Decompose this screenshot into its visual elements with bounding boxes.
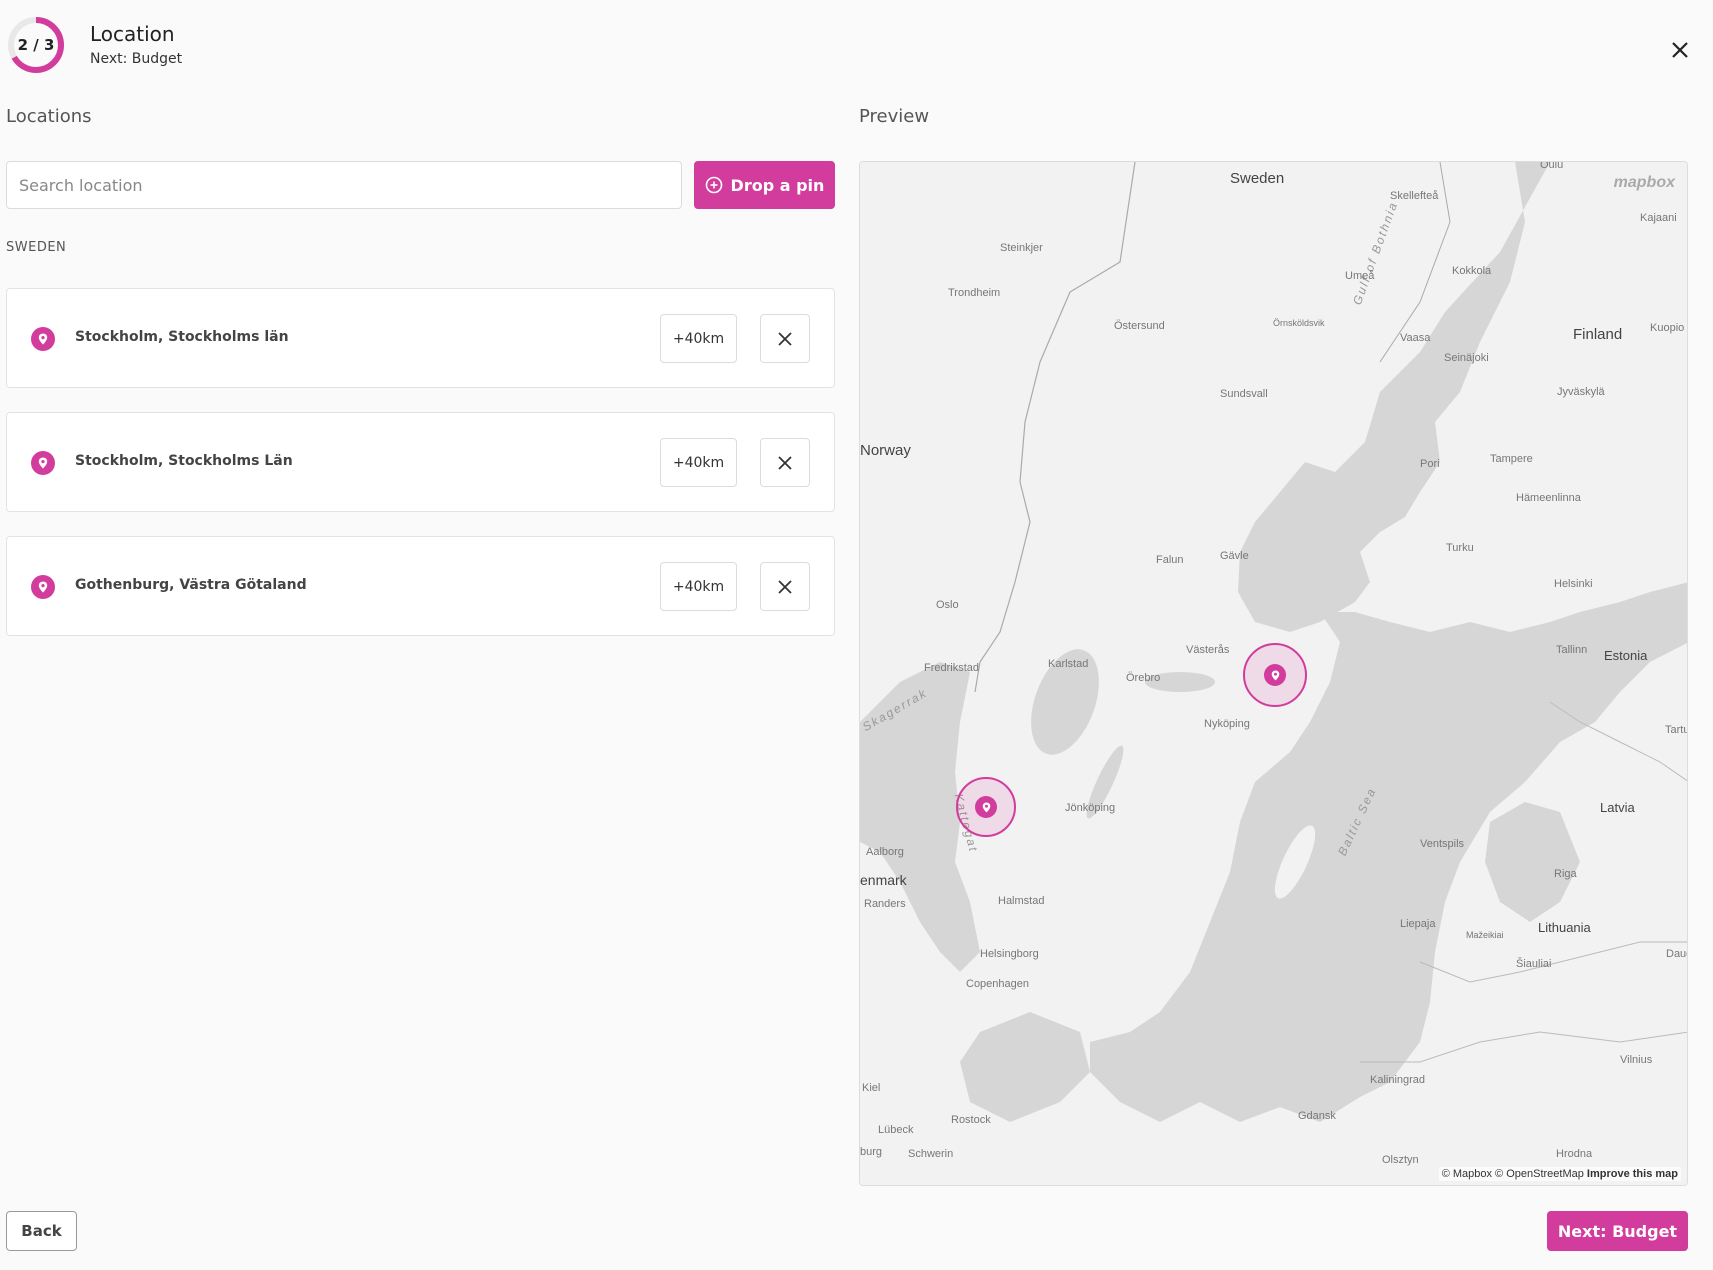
map-label-turku: Turku bbox=[1446, 542, 1474, 554]
map-label-burg: burg bbox=[860, 1146, 883, 1158]
map-attribution-text[interactable]: © Mapbox © OpenStreetMap bbox=[1442, 1168, 1584, 1180]
map-label-siauliai: Šiauliai bbox=[1516, 958, 1552, 970]
drop-pin-label: Drop a pin bbox=[730, 175, 825, 195]
map-label-oulu: Oulu bbox=[1540, 161, 1564, 171]
map-label-jyvaskyla: Jyväskylä bbox=[1557, 386, 1605, 398]
next-budget-button[interactable]: Next: Budget bbox=[1547, 1211, 1688, 1251]
map-label-hrodna: Hrodna bbox=[1556, 1148, 1593, 1160]
map-label-gdansk: Gdansk bbox=[1298, 1110, 1336, 1122]
map-label-kaliningrad: Kaliningrad bbox=[1370, 1074, 1426, 1086]
map-marker-pin-icon[interactable] bbox=[1264, 664, 1286, 686]
remove-location-button[interactable] bbox=[760, 438, 810, 487]
location-pin-icon bbox=[31, 451, 55, 475]
map-label-kuopio: Kuopio bbox=[1650, 322, 1685, 334]
map-label-vilnius: Vilnius bbox=[1620, 1054, 1653, 1066]
map-label-falun: Falun bbox=[1156, 554, 1184, 566]
location-card: Gothenburg, Västra Götaland +40km bbox=[6, 536, 835, 636]
map-label-kajaani: Kajaani bbox=[1640, 212, 1677, 224]
map-label-umea: Umeå bbox=[1345, 270, 1375, 282]
improve-map-link[interactable]: Improve this map bbox=[1587, 1168, 1678, 1180]
map-label-helsinki: Helsinki bbox=[1554, 578, 1593, 590]
map-label-ornskoldsvik: Örnsköldsvik bbox=[1273, 318, 1325, 328]
map-label-aalborg: Aalborg bbox=[866, 846, 904, 858]
map-label-vasteras: Västerås bbox=[1186, 644, 1230, 656]
map-label-tartu: Tartu bbox=[1665, 724, 1688, 736]
map-label-tallinn: Tallinn bbox=[1556, 644, 1588, 656]
map-label-nykoping: Nyköping bbox=[1204, 718, 1250, 730]
map-label-sweden: Sweden bbox=[1230, 170, 1285, 187]
map-label-estonia: Estonia bbox=[1604, 648, 1648, 663]
map-label-orebro: Örebro bbox=[1126, 672, 1161, 684]
country-heading: SWEDEN bbox=[6, 240, 67, 255]
map-label-ventspils: Ventspils bbox=[1420, 838, 1465, 850]
map-label-seinajoki: Seinäjoki bbox=[1444, 352, 1489, 364]
map-label-riga: Riga bbox=[1554, 868, 1577, 880]
location-card: Stockholm, Stockholms län +40km bbox=[6, 288, 835, 388]
close-icon bbox=[778, 455, 792, 470]
drop-pin-button[interactable]: Drop a pin bbox=[694, 161, 835, 209]
radius-button[interactable]: +40km bbox=[660, 314, 737, 363]
map-label-norway: Norway bbox=[860, 442, 911, 459]
map-label-kiel: Kiel bbox=[862, 1082, 881, 1094]
progress-label: 2 / 3 bbox=[17, 36, 55, 54]
map-label-lithuania: Lithuania bbox=[1538, 920, 1591, 935]
map-label-pori: Pori bbox=[1420, 458, 1440, 470]
map-label-rostock: Rostock bbox=[951, 1114, 991, 1126]
map-label-halmstad: Halmstad bbox=[998, 895, 1045, 907]
map-label-karlstad: Karlstad bbox=[1048, 658, 1089, 670]
map-attribution: © Mapbox © OpenStreetMap Improve this ma… bbox=[1438, 1167, 1681, 1181]
next-step-label: Next: Budget bbox=[90, 51, 183, 67]
map-label-steinkjer: Steinkjer bbox=[1000, 242, 1043, 254]
map-preview[interactable]: mapbox Sweden Norway Finland Estonia Lat… bbox=[859, 161, 1688, 1186]
preview-heading: Preview bbox=[859, 106, 930, 127]
map-label-gavle: Gävle bbox=[1220, 550, 1249, 562]
close-icon bbox=[778, 579, 792, 594]
remove-location-button[interactable] bbox=[760, 562, 810, 611]
page-title: Location bbox=[90, 22, 175, 46]
remove-location-button[interactable] bbox=[760, 314, 810, 363]
map-label-lubeck: Lübeck bbox=[878, 1124, 914, 1136]
map-label-latvia: Latvia bbox=[1600, 800, 1635, 815]
map-label-helsingborg: Helsingborg bbox=[980, 948, 1039, 960]
map-label-vaasa: Vaasa bbox=[1400, 332, 1431, 344]
pin-plus-icon bbox=[705, 176, 722, 194]
radius-button[interactable]: +40km bbox=[660, 438, 737, 487]
map-label-skelleftea: Skellefteå bbox=[1390, 190, 1439, 202]
wizard-header: 2 / 3 Location Next: Budget bbox=[0, 0, 1713, 100]
map-label-sundsvall: Sundsvall bbox=[1220, 388, 1268, 400]
close-button[interactable] bbox=[1665, 35, 1695, 65]
map-label-tampere: Tampere bbox=[1490, 453, 1533, 465]
location-pin-icon bbox=[31, 575, 55, 599]
map-label-daug: Daug bbox=[1666, 948, 1687, 960]
mapbox-logo: mapbox bbox=[1613, 174, 1675, 191]
map-label-denmark: enmark bbox=[860, 872, 907, 888]
map-label-kokkola: Kokkola bbox=[1452, 265, 1492, 277]
radius-button[interactable]: +40km bbox=[660, 562, 737, 611]
close-icon bbox=[1672, 42, 1688, 58]
search-location-input[interactable] bbox=[6, 161, 682, 209]
map-label-olsztyn: Olsztyn bbox=[1382, 1154, 1419, 1166]
map-label-oslo: Oslo bbox=[936, 599, 959, 611]
location-name: Stockholm, Stockholms län bbox=[75, 329, 289, 345]
map-label-finland: Finland bbox=[1573, 326, 1623, 343]
close-icon bbox=[778, 331, 792, 346]
location-pin-icon bbox=[31, 327, 55, 351]
location-card: Stockholm, Stockholms Län +40km bbox=[6, 412, 835, 512]
map-label-randers: Randers bbox=[864, 898, 906, 910]
map-label-copenhagen: Copenhagen bbox=[966, 978, 1030, 990]
map-label-mazeikiai: Mažeikiai bbox=[1466, 930, 1504, 940]
location-name: Gothenburg, Västra Götaland bbox=[75, 577, 307, 593]
map-marker-pin-icon[interactable] bbox=[975, 796, 997, 818]
location-name: Stockholm, Stockholms Län bbox=[75, 453, 293, 469]
map-label-jonkoping: Jönköping bbox=[1065, 802, 1116, 814]
map-label-hameenlinna: Hämeenlinna bbox=[1516, 492, 1581, 504]
map-label-schwerin: Schwerin bbox=[908, 1148, 954, 1160]
map-label-ostersund: Östersund bbox=[1114, 320, 1165, 332]
map-label-fredrikstad: Fredrikstad bbox=[924, 662, 980, 674]
back-button[interactable]: Back bbox=[6, 1211, 77, 1251]
map-label-liepaja: Liepaja bbox=[1400, 918, 1436, 930]
locations-heading: Locations bbox=[6, 106, 92, 127]
map-label-trondheim: Trondheim bbox=[948, 287, 1001, 299]
